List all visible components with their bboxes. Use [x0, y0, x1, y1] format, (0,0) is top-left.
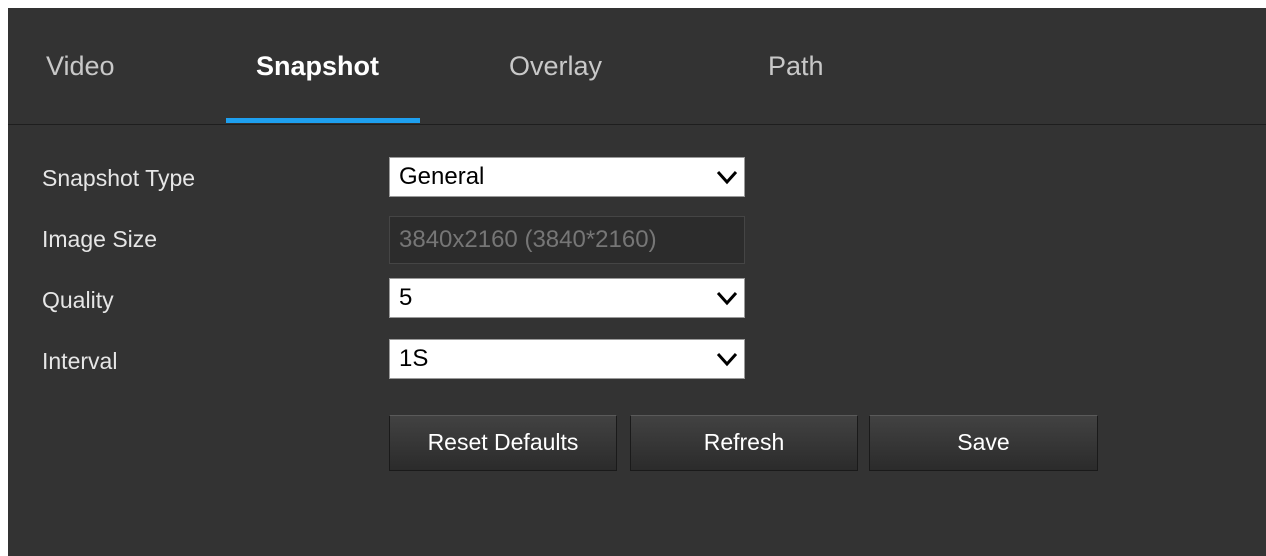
quality-select[interactable]: 5 — [389, 278, 745, 318]
chevron-down-icon — [716, 291, 738, 306]
tab-overlay[interactable]: Overlay — [509, 8, 602, 124]
snapshot-settings-panel: Video Snapshot Overlay Path Snapshot Typ… — [8, 8, 1266, 556]
save-button[interactable]: Save — [869, 415, 1098, 471]
tab-video[interactable]: Video — [46, 8, 115, 124]
reset-defaults-button[interactable]: Reset Defaults — [389, 415, 617, 471]
interval-value: 1S — [399, 345, 429, 372]
snapshot-type-select[interactable]: General — [389, 157, 745, 197]
snapshot-type-value: General — [399, 163, 485, 190]
chevron-down-icon — [716, 352, 738, 367]
quality-label: Quality — [42, 287, 114, 313]
tab-snapshot[interactable]: Snapshot — [256, 8, 379, 124]
chevron-down-icon — [716, 170, 738, 185]
active-tab-indicator — [226, 118, 420, 123]
snapshot-type-label: Snapshot Type — [42, 165, 196, 191]
interval-label: Interval — [42, 348, 118, 374]
image-size-value: 3840x2160 (3840*2160) — [399, 226, 657, 253]
tab-path[interactable]: Path — [768, 8, 824, 124]
quality-value: 5 — [399, 284, 413, 311]
interval-select[interactable]: 1S — [389, 339, 745, 379]
tab-bar: Video Snapshot Overlay Path — [8, 8, 1266, 125]
refresh-button[interactable]: Refresh — [630, 415, 858, 471]
image-size-field: 3840x2160 (3840*2160) — [389, 216, 745, 264]
image-size-label: Image Size — [42, 226, 158, 252]
